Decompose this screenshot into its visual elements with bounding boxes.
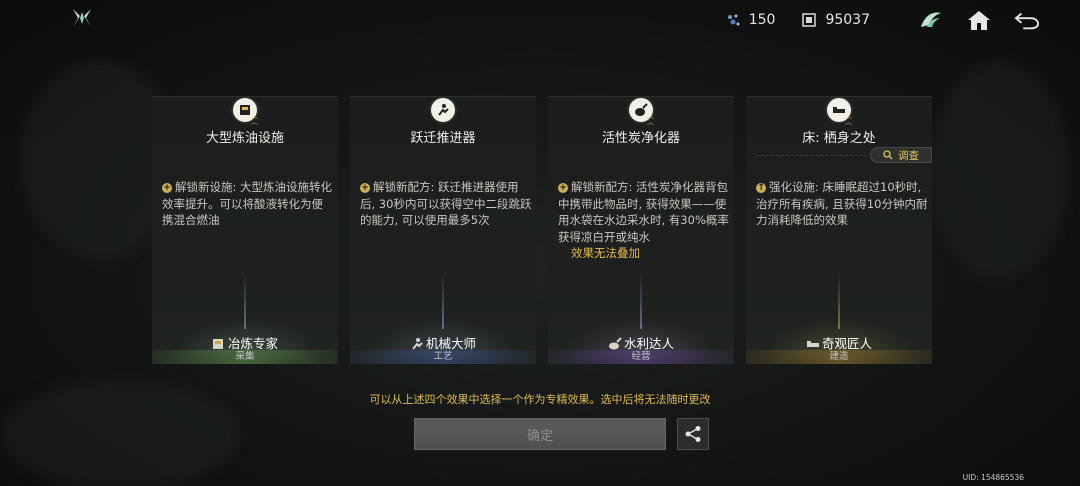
crystal-amount: 150 — [748, 12, 776, 28]
card-purifier[interactable]: ︿ ︿ 活性炭净化器 + 解锁新配方: 活性炭净化器背包中携带此物品时, 获得效果—… — [548, 96, 734, 364]
card-warning: 效果无法叠加 — [571, 246, 640, 260]
profession-name: 水利达人 — [623, 336, 674, 351]
smelting-profession-icon — [212, 339, 223, 349]
upgrade-arrows-icon: ︿︿ — [647, 112, 654, 126]
water-profession-icon — [608, 337, 622, 350]
top-bar: 150 95037 — [725, 6, 1040, 34]
selection-hint: 可以从上述四个效果中选择一个作为专精效果。选中后将无法随时更改 — [369, 393, 711, 406]
unlock-plus-icon: + — [162, 183, 172, 193]
profession-name: 机械大师 — [425, 336, 476, 351]
home-icon[interactable] — [966, 7, 992, 33]
category-bar: 经营 — [548, 350, 734, 364]
card-description: ↑ 强化设施: 床睡眠超过10秒时, 治疗所有疾病, 且获得10分钟内耐力消耗降低… — [756, 179, 928, 229]
game-logo-icon[interactable] — [70, 6, 94, 30]
wing-emblem-icon[interactable] — [918, 7, 944, 33]
specialization-cards: ︿ ︿ 大型炼油设施 + 解锁新设施: 大型炼油设施转化效率提升。可以将酸液转化为便… — [152, 96, 932, 364]
inspect-button[interactable]: 调查 — [870, 147, 932, 163]
card-description-text: 强化设施: 床睡眠超过10秒时, 治疗所有疾病, 且获得10分钟内耐力消耗降低的… — [756, 180, 928, 227]
magnifier-icon — [883, 150, 893, 160]
confirm-button[interactable]: 确定 — [414, 418, 666, 450]
crystal-currency-icon — [727, 14, 740, 26]
upgrade-arrows-icon: ︿︿ — [845, 112, 852, 126]
share-button[interactable] — [677, 418, 709, 450]
profession-name: 奇观匠人 — [821, 336, 872, 351]
card-description-text: 解锁新配方: 跃迁推进器使用后, 30秒内可以获得空中二段跳跃的能力, 可以使用… — [360, 180, 532, 227]
upgrade-arrows-icon: ︿︿ — [449, 113, 456, 125]
unlock-plus-icon: + — [558, 183, 568, 193]
builder-profession-icon — [806, 341, 819, 347]
mechanic-profession-icon — [412, 338, 423, 350]
upgrade-arrows-icon: ︿︿ — [251, 112, 258, 126]
category-bar: 采集 — [152, 350, 338, 364]
background-blur-right — [930, 60, 1070, 280]
card-bed[interactable]: ︿ ︿ 床: 栖身之处 调查 ↑ 强化设施: 床睡眠超过10秒时, 治疗所有疾病, … — [746, 96, 932, 364]
card-description: + 解锁新配方: 活性炭净化器背包中携带此物品时, 获得效果——使用水袋在水边采水… — [558, 179, 730, 262]
currency-crystal: 150 — [725, 12, 776, 28]
back-arrow-icon[interactable] — [1014, 7, 1040, 33]
currency-chip: 95037 — [801, 12, 870, 28]
card-description-text: 解锁新设施: 大型炼油设施转化效率提升。可以将酸液转化为便携混合燃油 — [162, 180, 333, 227]
category-bar: 工艺 — [350, 350, 536, 364]
card-title: 跃迁推进器 — [410, 131, 476, 146]
uid-label: UID: 154865536 — [962, 473, 1024, 482]
card-title: 活性炭净化器 — [601, 131, 680, 146]
card-description: + 解锁新配方: 跃迁推进器使用后, 30秒内可以获得空中二段跳跃的能力, 可以使… — [360, 179, 532, 229]
card-description-text: 解锁新配方: 活性炭净化器背包中携带此物品时, 获得效果——使用水袋在水边采水时… — [558, 180, 729, 244]
inspect-label: 调查 — [898, 149, 919, 162]
share-icon — [685, 426, 701, 442]
category-bar: 建造 — [746, 350, 932, 364]
card-title: 大型炼油设施 — [205, 131, 284, 146]
unlock-plus-icon: + — [360, 183, 370, 193]
chip-currency-icon — [802, 13, 817, 27]
chip-amount: 95037 — [825, 12, 870, 28]
enhance-arrow-icon: ↑ — [756, 183, 766, 193]
profession-name: 冶炼专家 — [227, 336, 278, 351]
card-thruster[interactable]: ︿︿ 跃迁推进器 +解锁新配方: 跃迁推进器使用后, 30秒内可以获得空中二段跳… — [350, 96, 536, 364]
card-description: + 解锁新设施: 大型炼油设施转化效率提升。可以将酸液转化为便携混合燃油 — [162, 179, 334, 229]
card-oil-facility[interactable]: ︿ ︿ 大型炼油设施 + 解锁新设施: 大型炼油设施转化效率提升。可以将酸液转化为便… — [152, 96, 338, 364]
card-title: 床: 栖身之处 — [802, 131, 876, 146]
